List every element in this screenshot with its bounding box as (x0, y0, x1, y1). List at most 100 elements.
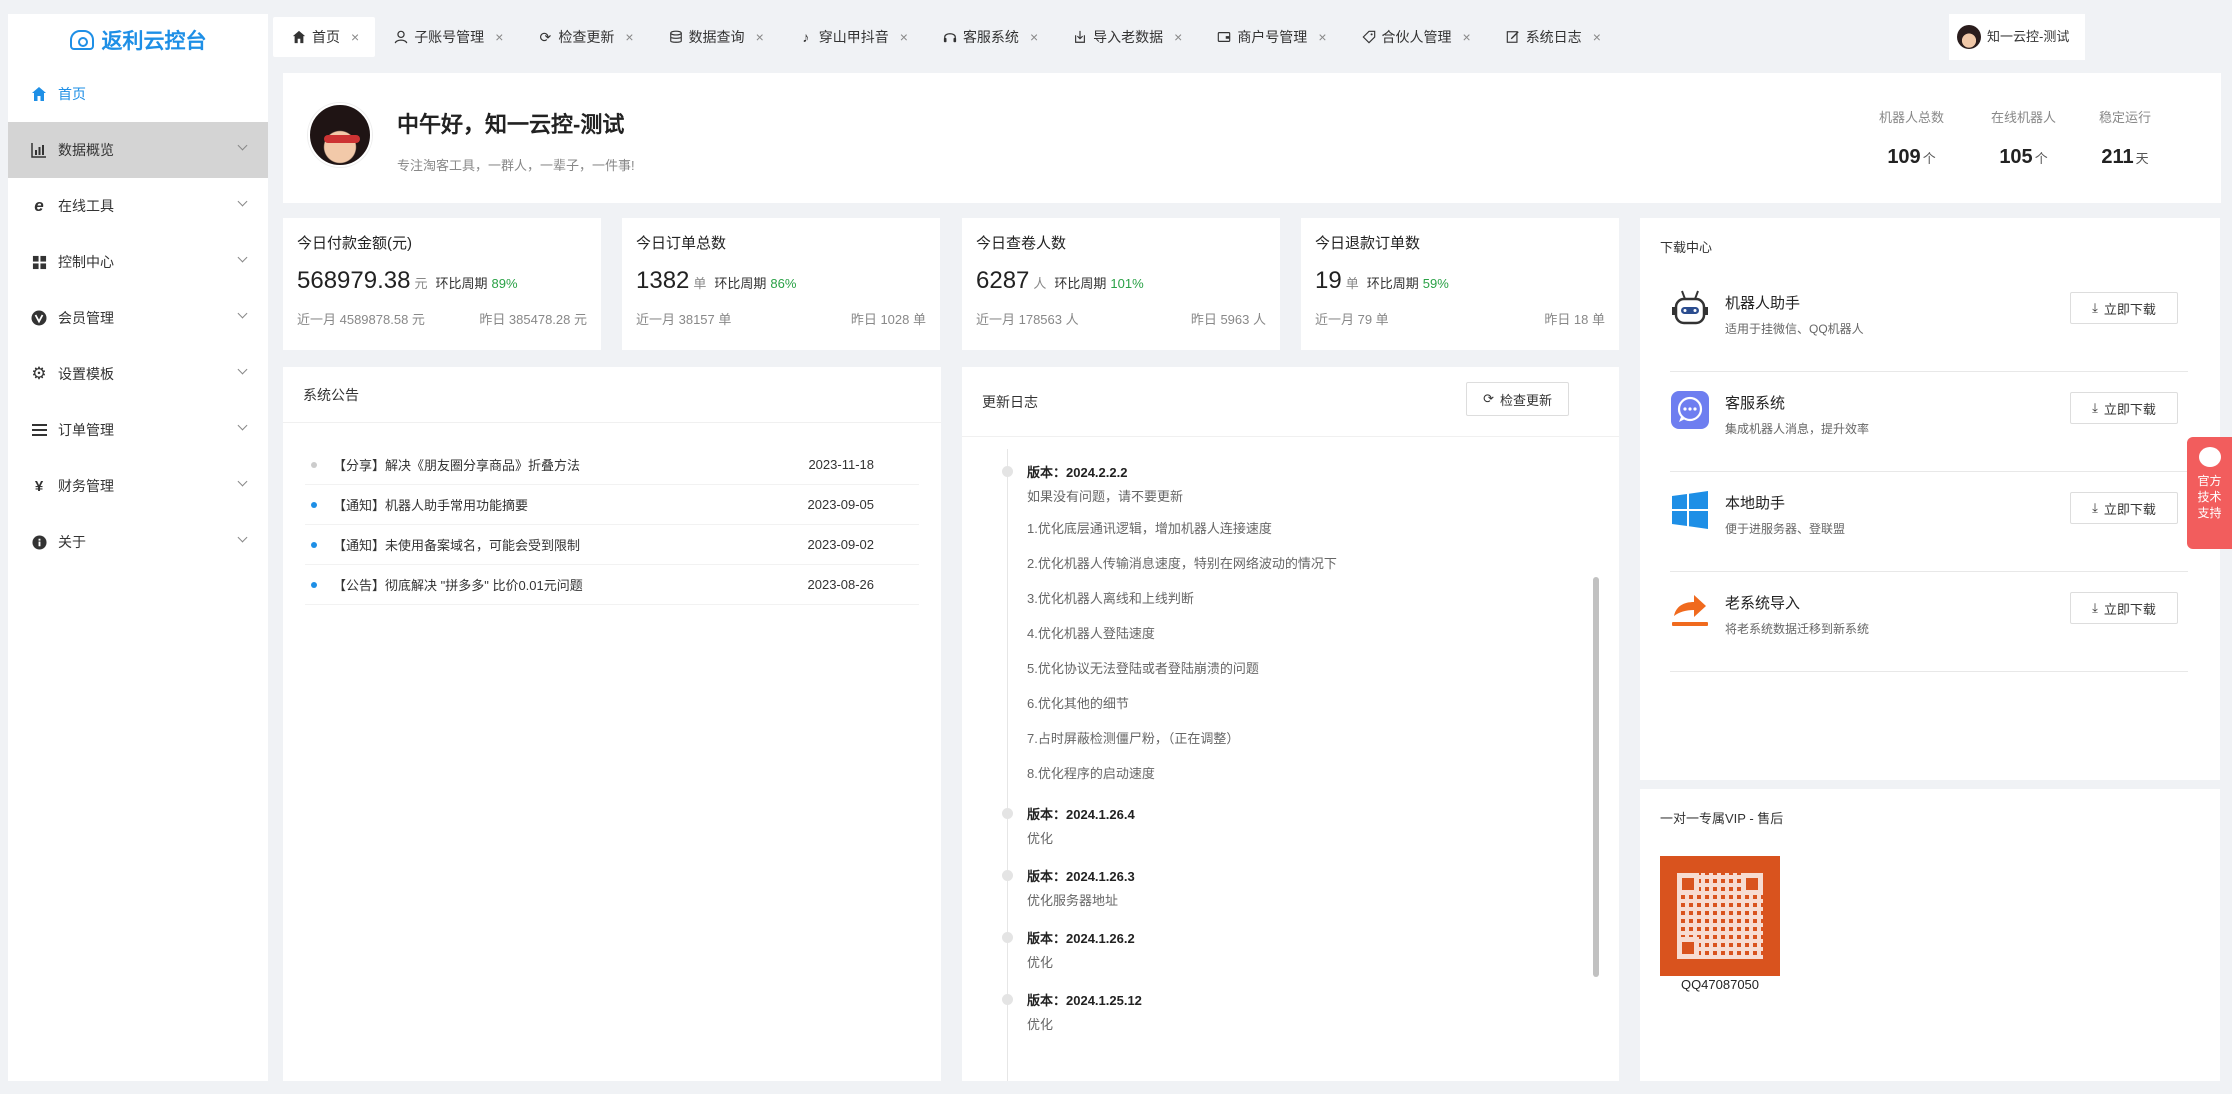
tab-sub-accounts[interactable]: 子账号管理 × (375, 17, 519, 57)
changelog-entry: 版本：2024.1.25.12 优化 (1002, 991, 1579, 1039)
chevron-down-icon (237, 252, 248, 263)
gear-icon: ⚙ (31, 364, 47, 383)
sidebar-item-home[interactable]: 首页 (8, 66, 268, 122)
home-icon (291, 29, 307, 45)
download-button[interactable]: ⤓ 立即下载 (2070, 492, 2178, 524)
scrollbar[interactable] (1593, 577, 1599, 977)
changelog-timeline[interactable]: 版本：2024.2.2.2 如果没有问题，请不要更新 1.优化底层通讯逻辑，增加… (1002, 449, 1579, 1081)
kpi-pct: 86% (770, 276, 797, 291)
chevron-down-icon (237, 420, 248, 431)
notice-item[interactable]: 【通知】机器人助手常用功能摘要 2023-09-05 (305, 485, 919, 525)
download-button[interactable]: ⤓ 立即下载 (2070, 292, 2178, 324)
app-logo-text: 返利云控台 (101, 30, 207, 53)
tab-check-update[interactable]: ⟳ 检查更新 × (519, 17, 649, 57)
download-button[interactable]: ⤓ 立即下载 (2070, 392, 2178, 424)
notice-item[interactable]: 【通知】未使用备案域名，可能会受到限制 2023-09-02 (305, 525, 919, 565)
panel-title: 下载中心 (1660, 239, 1713, 255)
sidebar-item-data-overview[interactable]: 数据概览 (8, 122, 268, 178)
kpi-month: 近一月 79 单 (1315, 312, 1389, 327)
check-update-button[interactable]: ⟳ 检查更新 (1466, 382, 1569, 416)
sidebar-item-label: 在线工具 (58, 198, 114, 214)
kpi-cycle-label: 环比周期 (435, 276, 488, 291)
changelog-version: 版本：2024.1.25.12 (1027, 993, 1142, 1008)
bullet-icon (311, 581, 317, 588)
download-item-name: 本地助手 (1725, 495, 1786, 512)
sidebar-item-control-center[interactable]: 控制中心 (8, 234, 268, 290)
changelog-entry: 版本：2024.1.26.4 优化 (1002, 805, 1579, 853)
panel-title: 系统公告 (283, 367, 941, 423)
sidebar-item-orders[interactable]: 订单管理 (8, 402, 268, 458)
tab-system-log[interactable]: 系统日志 × (1487, 17, 1617, 57)
stat-unit: 个 (2034, 151, 2048, 166)
close-icon[interactable]: × (1030, 29, 1038, 45)
qq-number: QQ47087050 (1680, 977, 1760, 992)
download-icon: ⤓ (2092, 400, 2098, 415)
kpi-pct: 89% (491, 276, 518, 291)
sidebar-item-members[interactable]: 会员管理 (8, 290, 268, 346)
close-icon[interactable]: × (756, 29, 764, 45)
stat-value: 211 (2101, 146, 2134, 168)
close-icon[interactable]: × (351, 29, 359, 45)
kpi-unit: 单 (1345, 276, 1359, 291)
notice-text: 【公告】彻底解决 "拼多多" 比价0.01元问题 (333, 578, 583, 593)
greeting-title: 中午好，知一云控-测试 (397, 112, 625, 137)
kpi-pct: 101% (1110, 276, 1144, 291)
tech-support-button[interactable]: 官方技术支持 (2187, 437, 2232, 549)
changelog-line: 8.优化程序的启动速度 (1027, 766, 1155, 781)
close-icon[interactable]: × (625, 29, 633, 45)
download-icon: ⤓ (2092, 500, 2098, 515)
tab-customer-service[interactable]: 客服系统 × (924, 17, 1054, 57)
sidebar-item-label: 订单管理 (58, 422, 114, 438)
tab-home[interactable]: 首页 × (273, 17, 376, 57)
download-button[interactable]: ⤓ 立即下载 (2070, 592, 2178, 624)
close-icon[interactable]: × (900, 29, 908, 45)
notice-item[interactable]: 【分享】解决《朋友圈分享商品》折叠方法 2023-11-18 (305, 445, 919, 485)
tab-merchant[interactable]: 商户号管理 × (1198, 17, 1342, 57)
chevron-down-icon (237, 308, 248, 319)
sidebar-item-templates[interactable]: ⚙ 设置模板 (8, 346, 268, 402)
chevron-down-icon (237, 140, 248, 151)
download-button-label: 立即下载 (2103, 401, 2156, 417)
download-item-name: 老系统导入 (1725, 595, 1801, 612)
notice-list: 【分享】解决《朋友圈分享商品》折叠方法 2023-11-18 【通知】机器人助手常… (283, 423, 941, 605)
download-item: 老系统导入 将老系统数据迁移到新系统 ⤓ 立即下载 (1670, 572, 2188, 672)
app-logo[interactable]: 返利云控台 (8, 14, 268, 66)
tab-import-old-data[interactable]: 导入老数据 × (1054, 17, 1198, 57)
tab-douyin[interactable]: ♪ 穿山甲抖音 × (780, 17, 924, 57)
changelog-version: 版本：2024.1.26.2 (1027, 931, 1135, 946)
changelog-version: 版本：2024.2.2.2 (1027, 465, 1128, 480)
download-item-desc: 适用于挂微信、QQ机器人 (1725, 322, 1864, 336)
user-menu[interactable]: 知一云控-测试 (1949, 14, 2085, 60)
sidebar-item-online-tools[interactable]: e 在线工具 (8, 178, 268, 234)
close-icon[interactable]: × (1174, 29, 1182, 45)
tag-icon (1361, 29, 1377, 45)
chevron-down-icon (237, 476, 248, 487)
tab-label: 穿山甲抖音 (818, 29, 889, 45)
download-item-name: 机器人助手 (1725, 295, 1801, 312)
sidebar-item-about[interactable]: 关于 (8, 514, 268, 570)
kpi-month: 近一月 38157 单 (636, 312, 732, 327)
download-button-label: 立即下载 (2103, 301, 2156, 317)
tab-partners[interactable]: 合伙人管理 × (1343, 17, 1487, 57)
database-icon (668, 29, 684, 45)
info-icon (30, 533, 48, 551)
close-icon[interactable]: × (1463, 29, 1471, 45)
list-icon (30, 421, 48, 439)
close-icon[interactable]: × (1593, 29, 1601, 45)
sidebar-item-label: 数据概览 (58, 142, 114, 158)
download-item-desc: 将老系统数据迁移到新系统 (1725, 622, 1870, 636)
qr-finder (1677, 873, 1699, 895)
notice-item[interactable]: 【公告】彻底解决 "拼多多" 比价0.01元问题 2023-08-26 (305, 565, 919, 605)
changelog-entry: 版本：2024.1.26.3 优化服务器地址 (1002, 867, 1579, 915)
download-item: 客服系统 集成机器人消息，提升效率 ⤓ 立即下载 (1670, 372, 2188, 472)
close-icon[interactable]: × (495, 29, 503, 45)
timeline-node-icon (1002, 870, 1013, 881)
notice-date: 2023-09-02 (807, 537, 875, 552)
tab-data-query[interactable]: 数据查询 × (650, 17, 780, 57)
stat-label: 机器人总数 (1879, 110, 1945, 125)
close-icon[interactable]: × (1318, 29, 1326, 45)
tab-bar: 首页 × 子账号管理 × ⟳ 检查更新 × 数据查询 × ♪ 穿山甲抖音 × 客… (273, 14, 2085, 60)
sidebar-item-finance[interactable]: ¥ 财务管理 (8, 458, 268, 514)
kpi-card-coupon-users: 今日查卷人数 6287 人环比周期 101% 近一月 178563 人 昨日 5963… (962, 218, 1280, 350)
stat-uptime: 稳定运行 211 天 (2099, 107, 2151, 169)
